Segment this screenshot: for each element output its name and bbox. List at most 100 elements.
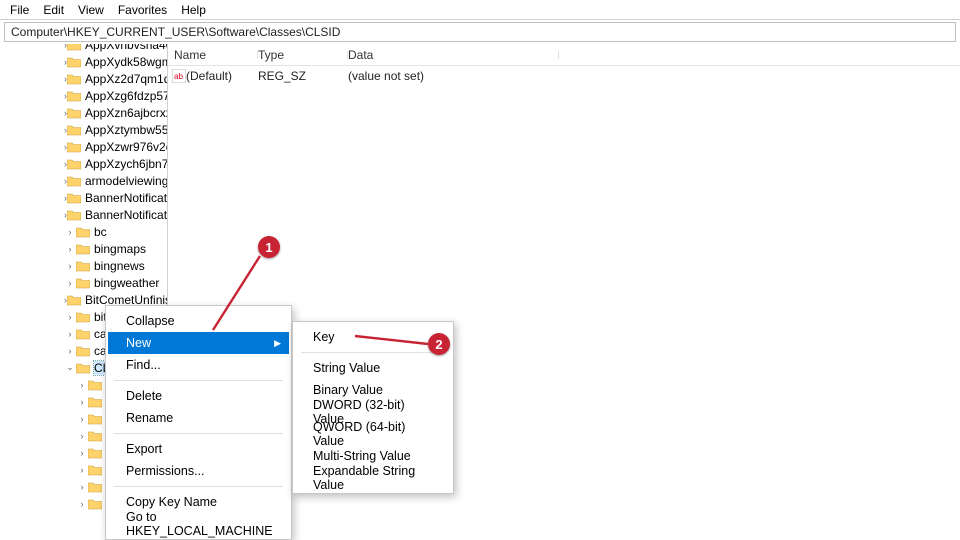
col-name[interactable]: Name	[174, 48, 206, 62]
folder-icon	[76, 277, 90, 289]
menu-favorites[interactable]: Favorites	[112, 3, 173, 17]
folder-icon	[88, 413, 102, 425]
menu-item-label: Collapse	[126, 314, 175, 328]
tree-item[interactable]: ›AppXztymbw55c	[8, 121, 167, 138]
folder-icon	[88, 481, 102, 493]
menu-item-rename[interactable]: Rename	[108, 407, 289, 429]
expand-icon[interactable]: ›	[64, 346, 76, 356]
folder-icon	[76, 345, 90, 357]
menu-item-label: Rename	[126, 411, 173, 425]
menu-item-label: New	[126, 336, 151, 350]
expand-icon[interactable]: ›	[76, 499, 88, 509]
expand-icon[interactable]: ›	[64, 329, 76, 339]
folder-icon	[67, 124, 81, 136]
expand-icon[interactable]: ›	[64, 312, 76, 322]
menu-edit[interactable]: Edit	[37, 3, 70, 17]
submenu-item-expandable-string-value[interactable]: Expandable String Value	[295, 467, 451, 489]
tree-item-label: bingweather	[94, 276, 159, 290]
folder-icon	[76, 243, 90, 255]
context-menu[interactable]: Collapse New▶Find... Delete Rename Export Per…	[105, 305, 292, 540]
menu-item-label: Export	[126, 442, 162, 456]
expand-icon[interactable]: ›	[76, 414, 88, 424]
tree-item-label: AppXzych6jbn7p	[85, 157, 168, 171]
tree-item[interactable]: ›BannerNotificati	[8, 206, 167, 223]
menu-item-label: Delete	[126, 389, 162, 403]
tree-item-label: AppXzwr976v2e0	[85, 140, 168, 154]
expand-icon[interactable]: ›	[64, 278, 76, 288]
submenu-item-qword-64-bit-value[interactable]: QWORD (64-bit) Value	[295, 423, 451, 445]
tree-item[interactable]: ›BannerNotificati	[8, 189, 167, 206]
tree-item[interactable]: ›AppXzg6fdzp57dj	[8, 87, 167, 104]
expand-icon[interactable]: ⌄	[64, 362, 76, 373]
menu-item-export[interactable]: Export	[108, 438, 289, 460]
folder-icon	[67, 175, 81, 187]
menu-separator	[301, 352, 445, 353]
list-header[interactable]: Name Type Data	[168, 44, 960, 66]
callout-1: 1	[258, 236, 280, 258]
folder-icon	[67, 141, 81, 153]
menu-item-label: String Value	[313, 361, 380, 375]
value-row[interactable]: (Default)REG_SZ(value not set)	[168, 66, 960, 86]
expand-icon[interactable]: ›	[76, 448, 88, 458]
folder-icon	[67, 209, 81, 221]
folder-icon	[76, 328, 90, 340]
tree-item-label: bingnews	[94, 259, 145, 273]
tree-item[interactable]: ›AppXzych6jbn7p	[8, 155, 167, 172]
menu-item-go-to-hkey-local-machine[interactable]: Go to HKEY_LOCAL_MACHINE	[108, 513, 289, 535]
folder-icon	[67, 73, 81, 85]
tree-item-label: BannerNotificati	[85, 208, 168, 222]
expand-icon[interactable]: ›	[76, 431, 88, 441]
tree-item-label: AppXzn6ajbcrxx	[85, 106, 168, 120]
folder-icon	[67, 44, 81, 51]
menu-item-collapse[interactable]: Collapse	[108, 310, 289, 332]
submenu-item-string-value[interactable]: String Value	[295, 357, 451, 379]
tree-item-label: bc	[94, 225, 107, 239]
col-data[interactable]: Data	[348, 48, 373, 62]
folder-icon	[88, 430, 102, 442]
menu-separator	[114, 433, 283, 434]
expand-icon[interactable]: ›	[76, 465, 88, 475]
menu-item-delete[interactable]: Delete	[108, 385, 289, 407]
tree-item[interactable]: ›AppXzwr976v2e0	[8, 138, 167, 155]
tree-item[interactable]: › bc	[8, 223, 167, 240]
tree-item-label: AppXvnbvsna40	[85, 44, 168, 52]
tree-item[interactable]: › bingmaps	[8, 240, 167, 257]
tree-item[interactable]: ›armodelviewing	[8, 172, 167, 189]
tree-item-label: AppXzg6fdzp57dj	[85, 89, 168, 103]
folder-icon	[76, 311, 90, 323]
menu-item-label: Copy Key Name	[126, 495, 217, 509]
folder-icon	[67, 294, 81, 306]
folder-icon	[88, 464, 102, 476]
menu-view[interactable]: View	[72, 3, 110, 17]
tree-item[interactable]: ›AppXvnbvsna40	[8, 44, 167, 53]
menu-separator	[114, 486, 283, 487]
menubar[interactable]: FileEditViewFavoritesHelp	[0, 0, 960, 20]
tree-item-label: bingmaps	[94, 242, 146, 256]
expand-icon[interactable]: ›	[64, 227, 76, 237]
tree-item[interactable]: › bingweather	[8, 274, 167, 291]
folder-icon	[67, 107, 81, 119]
expand-icon[interactable]: ›	[76, 482, 88, 492]
col-type[interactable]: Type	[258, 48, 284, 62]
tree-item[interactable]: ›AppXydk58wgm4	[8, 53, 167, 70]
expand-icon[interactable]: ›	[76, 380, 88, 390]
expand-icon[interactable]: ›	[64, 244, 76, 254]
expand-icon[interactable]: ›	[64, 261, 76, 271]
folder-icon	[67, 90, 81, 102]
folder-icon	[88, 498, 102, 510]
folder-icon	[67, 56, 81, 68]
value-data: (value not set)	[348, 69, 960, 83]
tree-item[interactable]: ›AppXz2d7qm1dn	[8, 70, 167, 87]
menu-item-permissions[interactable]: Permissions...	[108, 460, 289, 482]
folder-icon	[76, 226, 90, 238]
tree-item[interactable]: › bingnews	[8, 257, 167, 274]
menu-separator	[114, 380, 283, 381]
menu-help[interactable]: Help	[175, 3, 212, 17]
menu-item-new[interactable]: New▶	[108, 332, 289, 354]
expand-icon[interactable]: ›	[76, 397, 88, 407]
tree-item[interactable]: ›AppXzn6ajbcrxx	[8, 104, 167, 121]
menu-item-find[interactable]: Find...	[108, 354, 289, 376]
folder-icon	[88, 396, 102, 408]
address-bar[interactable]: Computer\HKEY_CURRENT_USER\Software\Clas…	[4, 22, 956, 42]
menu-file[interactable]: File	[4, 3, 35, 17]
